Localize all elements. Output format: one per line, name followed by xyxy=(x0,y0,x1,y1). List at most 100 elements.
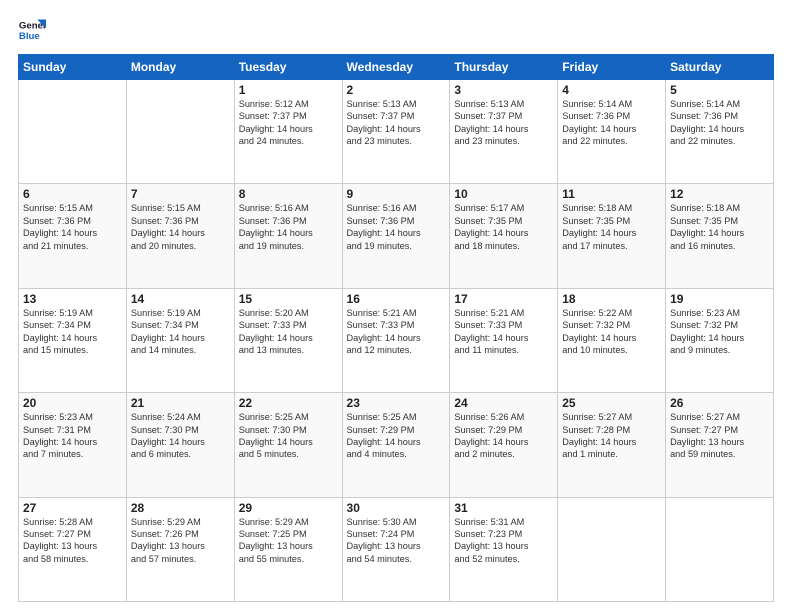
calendar-cell: 9Sunrise: 5:16 AM Sunset: 7:36 PM Daylig… xyxy=(342,184,450,288)
logo-icon: General Blue xyxy=(18,16,46,44)
calendar-cell: 22Sunrise: 5:25 AM Sunset: 7:30 PM Dayli… xyxy=(234,393,342,497)
day-number: 19 xyxy=(670,292,769,306)
calendar-cell: 31Sunrise: 5:31 AM Sunset: 7:23 PM Dayli… xyxy=(450,497,558,601)
calendar-week-row: 1Sunrise: 5:12 AM Sunset: 7:37 PM Daylig… xyxy=(19,80,774,184)
calendar-cell: 28Sunrise: 5:29 AM Sunset: 7:26 PM Dayli… xyxy=(126,497,234,601)
day-number: 28 xyxy=(131,501,230,515)
day-number: 8 xyxy=(239,187,338,201)
cell-info: Sunrise: 5:15 AM Sunset: 7:36 PM Dayligh… xyxy=(131,202,230,252)
calendar-cell: 17Sunrise: 5:21 AM Sunset: 7:33 PM Dayli… xyxy=(450,288,558,392)
day-number: 23 xyxy=(347,396,446,410)
calendar-cell xyxy=(126,80,234,184)
calendar-cell: 11Sunrise: 5:18 AM Sunset: 7:35 PM Dayli… xyxy=(558,184,666,288)
day-number: 25 xyxy=(562,396,661,410)
cell-info: Sunrise: 5:22 AM Sunset: 7:32 PM Dayligh… xyxy=(562,307,661,357)
cell-info: Sunrise: 5:30 AM Sunset: 7:24 PM Dayligh… xyxy=(347,516,446,566)
cell-info: Sunrise: 5:13 AM Sunset: 7:37 PM Dayligh… xyxy=(347,98,446,148)
day-number: 16 xyxy=(347,292,446,306)
calendar-cell: 8Sunrise: 5:16 AM Sunset: 7:36 PM Daylig… xyxy=(234,184,342,288)
cell-info: Sunrise: 5:16 AM Sunset: 7:36 PM Dayligh… xyxy=(347,202,446,252)
day-header-monday: Monday xyxy=(126,55,234,80)
calendar-cell: 25Sunrise: 5:27 AM Sunset: 7:28 PM Dayli… xyxy=(558,393,666,497)
calendar-cell: 23Sunrise: 5:25 AM Sunset: 7:29 PM Dayli… xyxy=(342,393,450,497)
calendar-cell xyxy=(19,80,127,184)
calendar-cell: 30Sunrise: 5:30 AM Sunset: 7:24 PM Dayli… xyxy=(342,497,450,601)
day-number: 21 xyxy=(131,396,230,410)
logo: General Blue xyxy=(18,16,46,44)
cell-info: Sunrise: 5:21 AM Sunset: 7:33 PM Dayligh… xyxy=(454,307,553,357)
day-number: 20 xyxy=(23,396,122,410)
day-number: 2 xyxy=(347,83,446,97)
cell-info: Sunrise: 5:29 AM Sunset: 7:26 PM Dayligh… xyxy=(131,516,230,566)
day-number: 6 xyxy=(23,187,122,201)
calendar-cell: 7Sunrise: 5:15 AM Sunset: 7:36 PM Daylig… xyxy=(126,184,234,288)
cell-info: Sunrise: 5:27 AM Sunset: 7:28 PM Dayligh… xyxy=(562,411,661,461)
calendar-cell: 14Sunrise: 5:19 AM Sunset: 7:34 PM Dayli… xyxy=(126,288,234,392)
calendar-cell: 19Sunrise: 5:23 AM Sunset: 7:32 PM Dayli… xyxy=(666,288,774,392)
day-number: 7 xyxy=(131,187,230,201)
day-header-wednesday: Wednesday xyxy=(342,55,450,80)
day-number: 9 xyxy=(347,187,446,201)
calendar-cell: 3Sunrise: 5:13 AM Sunset: 7:37 PM Daylig… xyxy=(450,80,558,184)
calendar-cell: 21Sunrise: 5:24 AM Sunset: 7:30 PM Dayli… xyxy=(126,393,234,497)
calendar-cell: 13Sunrise: 5:19 AM Sunset: 7:34 PM Dayli… xyxy=(19,288,127,392)
cell-info: Sunrise: 5:24 AM Sunset: 7:30 PM Dayligh… xyxy=(131,411,230,461)
page-header: General Blue xyxy=(18,16,774,44)
cell-info: Sunrise: 5:16 AM Sunset: 7:36 PM Dayligh… xyxy=(239,202,338,252)
svg-text:Blue: Blue xyxy=(19,31,40,42)
calendar-cell xyxy=(558,497,666,601)
cell-info: Sunrise: 5:27 AM Sunset: 7:27 PM Dayligh… xyxy=(670,411,769,461)
day-header-saturday: Saturday xyxy=(666,55,774,80)
day-number: 13 xyxy=(23,292,122,306)
calendar-cell: 12Sunrise: 5:18 AM Sunset: 7:35 PM Dayli… xyxy=(666,184,774,288)
day-number: 26 xyxy=(670,396,769,410)
calendar-cell: 24Sunrise: 5:26 AM Sunset: 7:29 PM Dayli… xyxy=(450,393,558,497)
cell-info: Sunrise: 5:28 AM Sunset: 7:27 PM Dayligh… xyxy=(23,516,122,566)
day-number: 1 xyxy=(239,83,338,97)
day-number: 31 xyxy=(454,501,553,515)
calendar-cell: 26Sunrise: 5:27 AM Sunset: 7:27 PM Dayli… xyxy=(666,393,774,497)
day-number: 29 xyxy=(239,501,338,515)
calendar-cell: 5Sunrise: 5:14 AM Sunset: 7:36 PM Daylig… xyxy=(666,80,774,184)
cell-info: Sunrise: 5:14 AM Sunset: 7:36 PM Dayligh… xyxy=(562,98,661,148)
calendar-week-row: 27Sunrise: 5:28 AM Sunset: 7:27 PM Dayli… xyxy=(19,497,774,601)
calendar-cell: 4Sunrise: 5:14 AM Sunset: 7:36 PM Daylig… xyxy=(558,80,666,184)
cell-info: Sunrise: 5:13 AM Sunset: 7:37 PM Dayligh… xyxy=(454,98,553,148)
calendar-cell: 20Sunrise: 5:23 AM Sunset: 7:31 PM Dayli… xyxy=(19,393,127,497)
day-header-friday: Friday xyxy=(558,55,666,80)
day-header-sunday: Sunday xyxy=(19,55,127,80)
calendar-cell: 29Sunrise: 5:29 AM Sunset: 7:25 PM Dayli… xyxy=(234,497,342,601)
cell-info: Sunrise: 5:26 AM Sunset: 7:29 PM Dayligh… xyxy=(454,411,553,461)
calendar-cell: 6Sunrise: 5:15 AM Sunset: 7:36 PM Daylig… xyxy=(19,184,127,288)
day-number: 10 xyxy=(454,187,553,201)
day-number: 4 xyxy=(562,83,661,97)
cell-info: Sunrise: 5:17 AM Sunset: 7:35 PM Dayligh… xyxy=(454,202,553,252)
cell-info: Sunrise: 5:18 AM Sunset: 7:35 PM Dayligh… xyxy=(670,202,769,252)
day-number: 5 xyxy=(670,83,769,97)
cell-info: Sunrise: 5:23 AM Sunset: 7:32 PM Dayligh… xyxy=(670,307,769,357)
day-number: 17 xyxy=(454,292,553,306)
day-number: 24 xyxy=(454,396,553,410)
calendar-week-row: 20Sunrise: 5:23 AM Sunset: 7:31 PM Dayli… xyxy=(19,393,774,497)
cell-info: Sunrise: 5:19 AM Sunset: 7:34 PM Dayligh… xyxy=(23,307,122,357)
calendar-cell: 15Sunrise: 5:20 AM Sunset: 7:33 PM Dayli… xyxy=(234,288,342,392)
cell-info: Sunrise: 5:20 AM Sunset: 7:33 PM Dayligh… xyxy=(239,307,338,357)
cell-info: Sunrise: 5:18 AM Sunset: 7:35 PM Dayligh… xyxy=(562,202,661,252)
calendar-cell: 10Sunrise: 5:17 AM Sunset: 7:35 PM Dayli… xyxy=(450,184,558,288)
day-number: 27 xyxy=(23,501,122,515)
calendar-cell xyxy=(666,497,774,601)
cell-info: Sunrise: 5:23 AM Sunset: 7:31 PM Dayligh… xyxy=(23,411,122,461)
day-header-thursday: Thursday xyxy=(450,55,558,80)
calendar-header-row: SundayMondayTuesdayWednesdayThursdayFrid… xyxy=(19,55,774,80)
day-header-tuesday: Tuesday xyxy=(234,55,342,80)
cell-info: Sunrise: 5:12 AM Sunset: 7:37 PM Dayligh… xyxy=(239,98,338,148)
calendar-body: 1Sunrise: 5:12 AM Sunset: 7:37 PM Daylig… xyxy=(19,80,774,602)
calendar-table: SundayMondayTuesdayWednesdayThursdayFrid… xyxy=(18,54,774,602)
calendar-cell: 16Sunrise: 5:21 AM Sunset: 7:33 PM Dayli… xyxy=(342,288,450,392)
cell-info: Sunrise: 5:19 AM Sunset: 7:34 PM Dayligh… xyxy=(131,307,230,357)
cell-info: Sunrise: 5:29 AM Sunset: 7:25 PM Dayligh… xyxy=(239,516,338,566)
day-number: 22 xyxy=(239,396,338,410)
cell-info: Sunrise: 5:14 AM Sunset: 7:36 PM Dayligh… xyxy=(670,98,769,148)
day-number: 12 xyxy=(670,187,769,201)
cell-info: Sunrise: 5:21 AM Sunset: 7:33 PM Dayligh… xyxy=(347,307,446,357)
